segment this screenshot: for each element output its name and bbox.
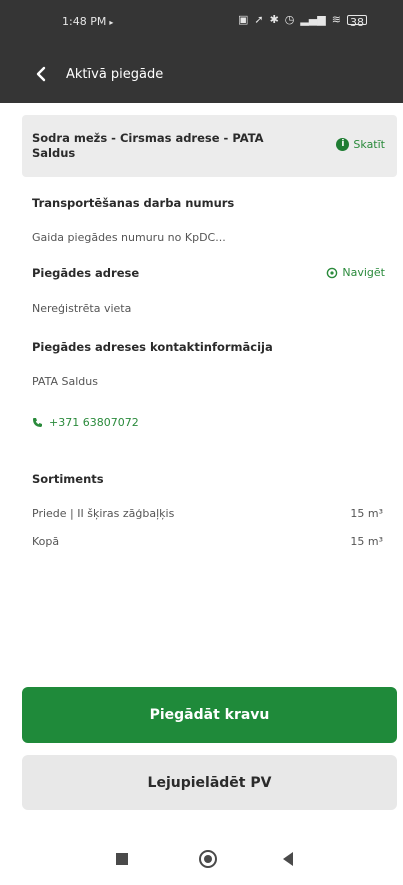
phone-number: +371 63807072	[49, 416, 139, 429]
info-icon: i	[336, 138, 350, 151]
navigate-label: Navigēt	[342, 266, 385, 279]
status-time: 1:48 PM ▸	[62, 15, 113, 28]
delivery-address-value: Nereģistrēta vieta	[32, 302, 132, 315]
play-icon: ▸	[109, 18, 114, 27]
sim-icon: ▣	[237, 13, 249, 26]
view-button[interactable]: i Skatīt	[336, 138, 385, 151]
app-bar: Aktīvā piegāde	[0, 60, 403, 90]
delivery-title: Sodra mežs - Cirsmas adrese - PATA Saldu…	[32, 131, 264, 160]
home-icon[interactable]	[199, 850, 217, 868]
back-triangle-icon[interactable]	[283, 852, 293, 866]
wifi-icon: ≋	[331, 13, 341, 26]
time-text: 1:48 PM	[62, 15, 107, 28]
transport-number-label: Transportēšanas darba numurs	[32, 196, 235, 210]
status-bar: 1:48 PM ▸ ▣ ➚ ✱ ◷ ▂▄▆ ≋ 38	[0, 0, 403, 46]
assortment-item-name: Priede | II šķiras zāģbaļķis	[32, 507, 175, 520]
navigate-button[interactable]: Navigēt	[326, 266, 385, 279]
deliver-cargo-button[interactable]: Piegādāt kravu	[22, 687, 397, 743]
transport-number-value: Gaida piegādes numuru no KpDC...	[32, 231, 226, 244]
status-icons: ▣ ➚ ✱ ◷ ▂▄▆ ≋ 38	[237, 13, 367, 29]
phone-link[interactable]: +371 63807072	[32, 416, 139, 429]
recents-icon[interactable]	[116, 853, 128, 865]
contact-name: PATA Saldus	[32, 375, 98, 388]
bluetooth-icon: ✱	[269, 13, 279, 26]
total-label: Kopā	[32, 535, 60, 548]
chevron-left-icon[interactable]	[33, 66, 49, 82]
battery-icon: 38	[347, 15, 367, 29]
location-icon: ➚	[254, 13, 264, 26]
contact-info-label: Piegādes adreses kontaktinformācija	[32, 340, 273, 354]
page-title: Aktīvā piegāde	[66, 67, 164, 82]
delivery-header-card: Sodra mežs - Cirsmas adrese - PATA Saldu…	[22, 115, 397, 177]
total-amount: 15 m³	[350, 535, 383, 548]
phone-icon	[33, 418, 42, 427]
alarm-icon: ◷	[284, 13, 295, 26]
download-pv-button[interactable]: Lejupielādēt PV	[22, 755, 397, 810]
assortment-item-amount: 15 m³	[350, 507, 383, 520]
view-label: Skatīt	[353, 138, 385, 151]
assortment-label: Sortiments	[32, 472, 104, 486]
delivery-address-label: Piegādes adrese	[32, 266, 140, 280]
system-nav-bar	[0, 835, 403, 885]
location-pin-icon	[327, 267, 338, 278]
top-bar: 1:48 PM ▸ ▣ ➚ ✱ ◷ ▂▄▆ ≋ 38 Aktīvā piegāde	[0, 0, 403, 103]
signal-icon: ▂▄▆	[300, 13, 326, 26]
